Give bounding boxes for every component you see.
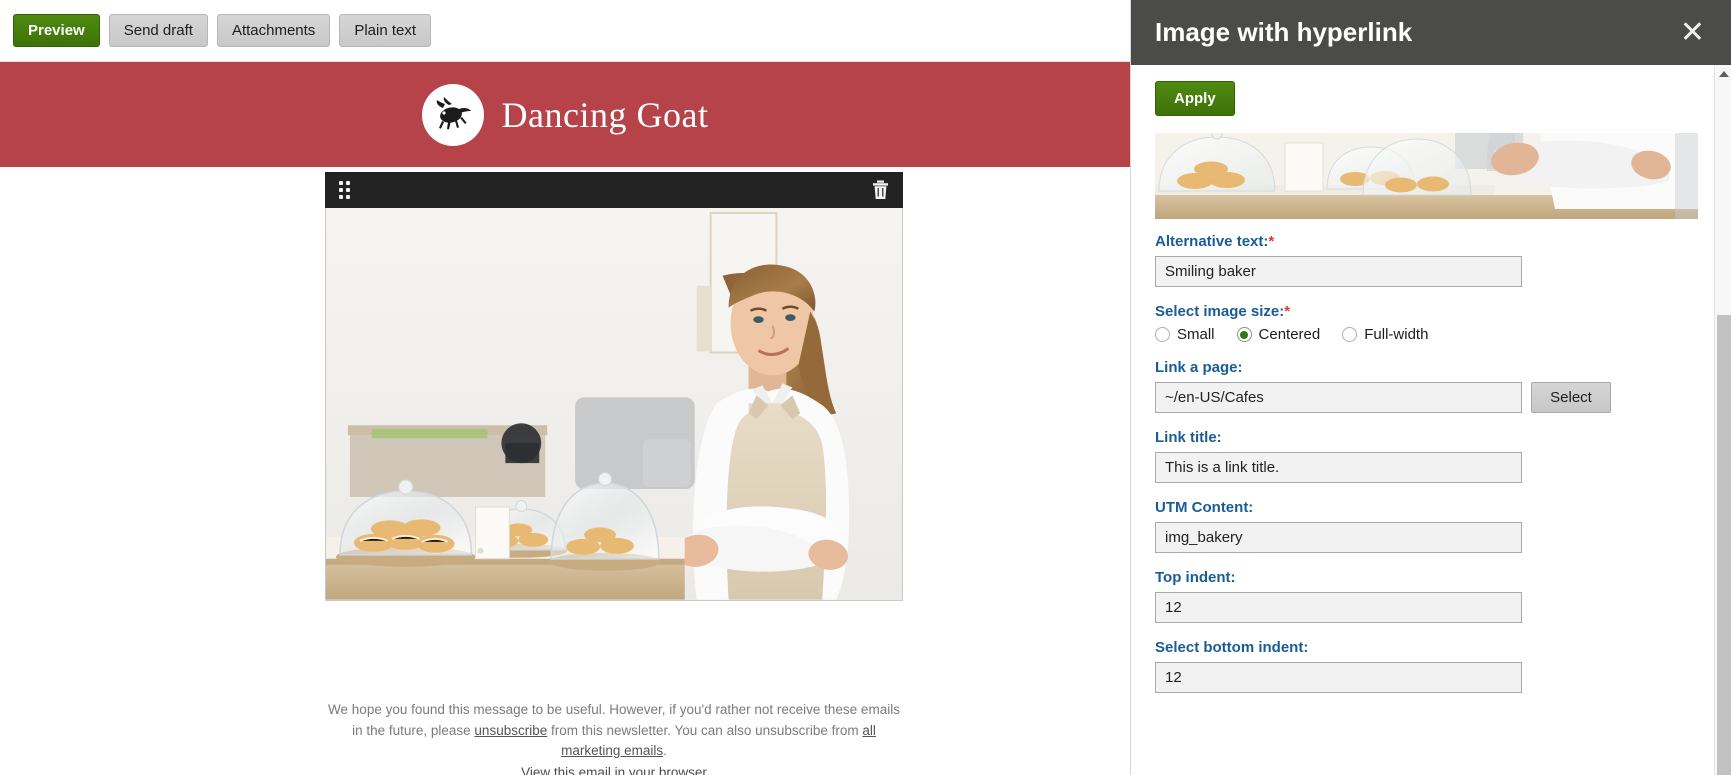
radio-dot-small[interactable] [1155,327,1170,342]
image-thumbnail-preview[interactable] [1155,133,1698,219]
send-draft-button[interactable]: Send draft [108,14,208,47]
required-asterisk: * [1284,303,1291,320]
field-link-title: Link title: [1155,429,1715,483]
radio-dot-full-width[interactable] [1342,327,1358,342]
email-toolbar: Preview Send draft Attachments Plain tex… [0,0,1130,62]
image-hyperlink-config-panel: Image with hyperlink ✕ Apply Alternative… [1130,0,1731,775]
utm-content-input[interactable] [1155,522,1522,553]
close-icon[interactable]: ✕ [1676,17,1709,48]
link-title-label: Link title: [1155,429,1222,446]
image-size-label: Select image size:* [1155,303,1715,320]
footer-sentence-part-2: from this newsletter. You can also unsub… [547,722,863,738]
radio-option-centered[interactable]: Centered [1236,326,1321,343]
link-page-label: Link a page: [1155,359,1243,376]
radio-label-small: Small [1177,326,1215,343]
goat-logo-icon [421,83,484,146]
field-alternative-text: Alternative text:* [1155,233,1715,287]
email-preview-area: Preview Send draft Attachments Plain tex… [0,0,1130,775]
brand-name: Dancing Goat [501,94,709,135]
panel-scrollbar[interactable] [1714,65,1731,775]
footer-sentence-part-3: . [663,743,667,758]
trash-icon[interactable] [872,180,889,200]
top-indent-input[interactable] [1155,592,1522,623]
field-image-size: Select image size:* Small Centered Full-… [1155,303,1715,343]
select-page-button[interactable]: Select [1531,382,1611,413]
utm-content-label: UTM Content: [1155,499,1254,516]
alternative-text-input[interactable] [1155,256,1522,287]
alternative-text-label-text: Alternative text: [1155,233,1269,250]
radio-label-centered: Centered [1258,326,1321,343]
bottom-indent-label: Select bottom indent: [1155,639,1309,656]
radio-option-small[interactable]: Small [1155,326,1215,343]
radio-dot-centered[interactable] [1236,327,1252,342]
app-root: Preview Send draft Attachments Plain tex… [0,0,1731,775]
field-bottom-indent: Select bottom indent: [1155,639,1715,693]
panel-title: Image with hyperlink [1155,17,1413,47]
link-page-row: Select [1155,382,1715,413]
scrollbar-thumb[interactable] [1717,315,1731,775]
bottom-indent-input[interactable] [1155,662,1522,693]
image-size-radio-group: Small Centered Full-width [1155,326,1715,343]
drag-handle-icon[interactable] [339,181,351,199]
field-link-page: Link a page: Select [1155,359,1715,413]
radio-label-full-width: Full-width [1364,326,1429,343]
image-block-toolbar [325,172,903,208]
panel-form-scroll-region: Alternative text:* Select image size:* [1131,133,1715,775]
email-footer-text: We hope you found this message to be use… [325,700,903,775]
link-page-input[interactable] [1155,382,1522,413]
attachments-button[interactable]: Attachments [216,14,331,47]
image-block[interactable] [325,172,903,601]
apply-row: Apply [1131,65,1731,131]
required-asterisk: * [1268,233,1275,250]
alternative-text-label: Alternative text:* [1155,233,1715,250]
plain-text-button[interactable]: Plain text [339,14,432,47]
brand-lockup: Dancing Goat [421,83,709,146]
panel-header: Image with hyperlink ✕ [1131,0,1731,65]
image-block-preview[interactable] [325,208,903,601]
field-utm-content: UTM Content: [1155,499,1715,553]
apply-button[interactable]: Apply [1155,81,1235,116]
field-top-indent: Top indent: [1155,569,1715,623]
scroll-up-arrow-icon[interactable] [1715,65,1731,82]
link-title-input[interactable] [1155,452,1522,483]
panel-body: Apply Alternative text:* Smiling baker S… [1131,65,1731,775]
top-indent-label: Top indent: [1155,569,1236,586]
view-in-browser-link[interactable]: View this email in your browser [325,763,903,775]
image-size-label-text: Select image size: [1155,303,1285,320]
email-brand-header: Dancing Goat [0,62,1130,167]
radio-option-full-width[interactable]: Full-width [1342,326,1428,343]
preview-button[interactable]: Preview [13,14,100,47]
unsubscribe-link[interactable]: unsubscribe [474,723,547,738]
